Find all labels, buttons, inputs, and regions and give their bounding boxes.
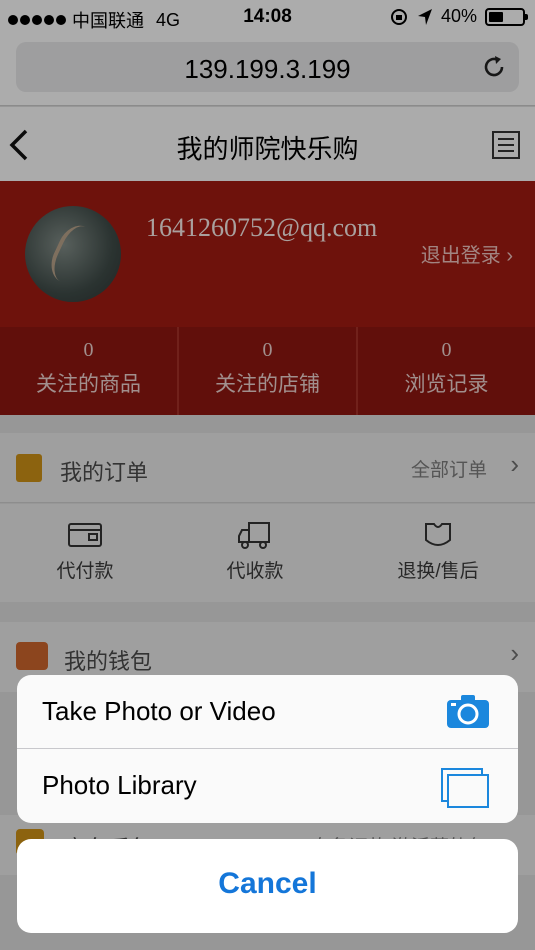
photo-library-option[interactable]: Photo Library <box>17 749 518 823</box>
take-photo-option[interactable]: Take Photo or Video <box>17 675 518 749</box>
option-label: Photo Library <box>42 770 197 800</box>
cancel-label: Cancel <box>218 867 317 900</box>
camera-icon <box>447 695 489 728</box>
option-label: Take Photo or Video <box>42 696 276 726</box>
cancel-button[interactable]: Cancel <box>17 839 518 933</box>
action-sheet: Take Photo or Video Photo Library <box>17 675 518 823</box>
photo-library-icon <box>441 768 489 808</box>
